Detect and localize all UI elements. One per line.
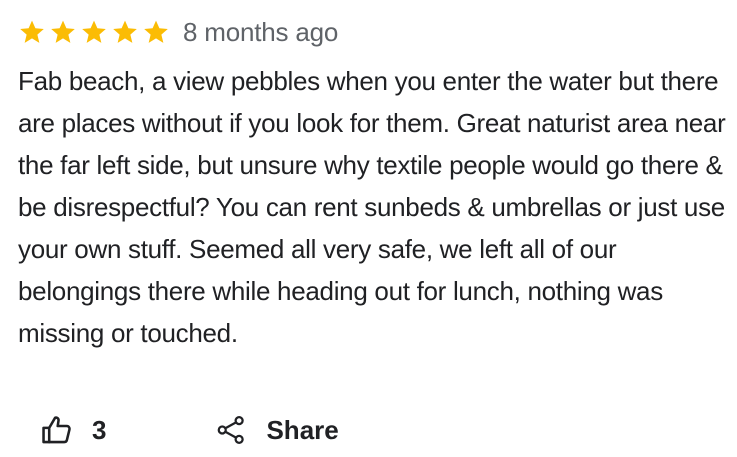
review-card: 8 months ago Fab beach, a view pebbles w…	[18, 14, 730, 354]
like-button[interactable]: 3	[40, 413, 106, 447]
review-time: 8 months ago	[183, 16, 339, 47]
share-button[interactable]: Share	[216, 414, 339, 446]
thumbs-up-icon	[40, 413, 74, 447]
share-icon	[216, 415, 246, 445]
share-label: Share	[266, 414, 339, 445]
star-rating	[18, 18, 173, 46]
star-icon	[49, 18, 77, 46]
star-icon	[18, 18, 46, 46]
review-header: 8 months ago	[18, 14, 730, 50]
star-icon	[111, 18, 139, 46]
star-icon	[80, 18, 108, 46]
review-actions: 3 Share	[40, 408, 339, 452]
review-text: Fab beach, a view pebbles when you enter…	[18, 66, 726, 348]
like-count: 3	[92, 414, 107, 445]
star-icon	[142, 18, 170, 46]
